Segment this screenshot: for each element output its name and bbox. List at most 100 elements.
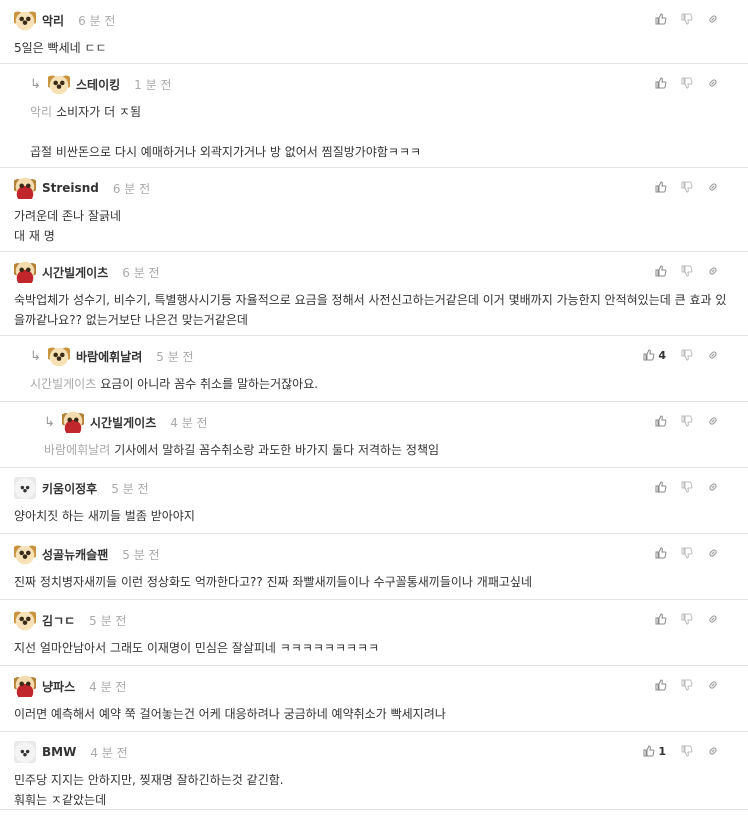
thumbs-down-icon (681, 415, 693, 427)
comment-text: 기사에서 말하길 꼼수취소랑 과도한 바가지 둘다 저격하는 정책임 (114, 443, 440, 457)
avatar[interactable] (14, 261, 36, 283)
comment-author[interactable]: 김ㄱㄷ (42, 612, 75, 629)
comment-text: 5일은 빡세네 ㄷㄷ (14, 41, 107, 55)
comment-body: 시간빌게이츠 요금이 아니라 꼼수 취소를 말하는거잖아요. (30, 374, 728, 394)
comment-item: 김ㄱㄷ 5 분 전 지선 얼마안남아서 그래도 이재명이 민심은 잘살피네 ㅋㅋㅋㅋ… (0, 600, 748, 666)
reply-mention[interactable]: 바람에휘날려 (44, 443, 110, 457)
avatar[interactable] (14, 9, 36, 31)
comment-body: 숙박업체가 성수기, 비수기, 특별행사시기등 자율적으로 요금을 정해서 사전… (14, 290, 728, 330)
like-button[interactable] (648, 479, 674, 495)
share-link-button[interactable] (700, 11, 726, 27)
thumbs-up-icon (655, 265, 667, 277)
avatar[interactable] (14, 741, 36, 763)
dislike-button[interactable] (674, 75, 700, 91)
thumbs-up-icon (643, 349, 655, 361)
comment-author[interactable]: 성골뉴캐슬팬 (42, 546, 108, 563)
thumbs-up-icon (655, 77, 667, 89)
reply-arrow-icon: ↳ (30, 76, 41, 92)
dislike-button[interactable] (674, 677, 700, 693)
comment-author[interactable]: 키움이정후 (42, 480, 97, 497)
like-button[interactable] (648, 75, 674, 91)
dislike-button[interactable] (674, 179, 700, 195)
comment-author[interactable]: 냥파스 (42, 678, 75, 695)
like-button[interactable] (648, 413, 674, 429)
share-link-button[interactable] (700, 545, 726, 561)
avatar[interactable] (62, 411, 84, 433)
dislike-button[interactable] (674, 479, 700, 495)
comment-author[interactable]: 바람에휘날려 (76, 348, 142, 365)
thumbs-down-icon (681, 265, 693, 277)
comment-time: 5 분 전 (156, 349, 194, 364)
thumbs-up-icon (643, 745, 655, 757)
like-button[interactable] (648, 677, 674, 693)
comment-body: 진짜 정치병자새끼들 이런 정상화도 억까한다고?? 진짜 좌빨새끼들이나 수구… (14, 572, 728, 592)
avatar[interactable] (14, 675, 36, 697)
comment-body: 악리 소비자가 더 ㅈ됨 곱절 비싼돈으로 다시 예매하거나 외곽지가거나 방 없… (30, 102, 728, 162)
thumbs-down-icon (681, 77, 693, 89)
like-button[interactable] (648, 179, 674, 195)
like-button[interactable] (648, 611, 674, 627)
reply-mention[interactable]: 시간빌게이츠 (30, 377, 96, 391)
dislike-button[interactable] (674, 347, 700, 363)
like-button[interactable] (648, 11, 674, 27)
like-button[interactable]: 1 (643, 743, 666, 759)
comment-item: ↳ 시간빌게이츠 4 분 전 바람에휘날려 기사에서 말하길 꼼수취소랑 과도한 바가지… (0, 402, 748, 468)
comment-author[interactable]: BMW (42, 745, 76, 759)
avatar[interactable] (48, 345, 70, 367)
comment-author[interactable]: 시간빌게이츠 (90, 414, 156, 431)
avatar[interactable] (14, 543, 36, 565)
link-icon (707, 481, 719, 493)
comment-body: 민주당 지지는 안하지만, 찢재명 잘하긴하는것 같긴함. 훠훠는 ㅈ같았는데 (14, 770, 728, 810)
avatar[interactable] (48, 73, 70, 95)
share-link-button[interactable] (700, 347, 726, 363)
comment-body: 이러면 예측해서 예약 쭉 걸어놓는건 어케 대응하려나 궁금하네 예약취소가 … (14, 704, 728, 724)
comment-time: 5 분 전 (111, 481, 149, 496)
thumbs-down-icon (681, 613, 693, 625)
comment-item: Streisnd 6 분 전 가려운데 존나 잘긁네 대 재 명 (0, 168, 748, 252)
dislike-button[interactable] (674, 263, 700, 279)
link-icon (707, 265, 719, 277)
comment-author[interactable]: Streisnd (42, 181, 99, 195)
comment-item: 키움이정후 5 분 전 양아치짓 하는 새끼들 벌좀 받아야지 (0, 468, 748, 534)
share-link-button[interactable] (700, 179, 726, 195)
comment-author[interactable]: 악리 (42, 12, 64, 29)
comment-author[interactable]: 스테이킹 (76, 76, 120, 93)
like-count: 1 (658, 744, 666, 758)
thumbs-down-icon (681, 745, 693, 757)
avatar[interactable] (14, 609, 36, 631)
avatar[interactable] (14, 477, 36, 499)
thumbs-up-icon (655, 679, 667, 691)
like-button[interactable] (648, 545, 674, 561)
avatar[interactable] (14, 177, 36, 199)
dislike-button[interactable] (674, 11, 700, 27)
like-button[interactable]: 4 (643, 347, 666, 363)
comment-text: 지선 얼마안남아서 그래도 이재명이 민심은 잘살피네 ㅋㅋㅋㅋㅋㅋㅋㅋㅋ (14, 641, 380, 655)
comment-body: 바람에휘날려 기사에서 말하길 꼼수취소랑 과도한 바가지 둘다 저격하는 정책임 (44, 440, 728, 460)
share-link-button[interactable] (700, 75, 726, 91)
share-link-button[interactable] (700, 263, 726, 279)
reply-mention[interactable]: 악리 (30, 105, 52, 119)
comment-item: ↳ 스테이킹 1 분 전 악리 소비자가 더 ㅈ됨 곱절 비싼돈으로 다시 예매하거나 … (0, 64, 748, 168)
link-icon (707, 181, 719, 193)
dislike-button[interactable] (674, 611, 700, 627)
comment-time: 6 분 전 (122, 265, 160, 280)
share-link-button[interactable] (700, 677, 726, 693)
comment-time: 5 분 전 (122, 547, 160, 562)
thumbs-down-icon (681, 481, 693, 493)
dislike-button[interactable] (674, 545, 700, 561)
share-link-button[interactable] (700, 743, 726, 759)
dislike-button[interactable] (674, 743, 700, 759)
comment-body: 5일은 빡세네 ㄷㄷ (14, 38, 728, 58)
comment-time: 6 분 전 (78, 13, 116, 28)
like-count: 4 (658, 348, 666, 362)
share-link-button[interactable] (700, 479, 726, 495)
dislike-button[interactable] (674, 413, 700, 429)
comment-body: 지선 얼마안남아서 그래도 이재명이 민심은 잘살피네 ㅋㅋㅋㅋㅋㅋㅋㅋㅋ (14, 638, 728, 658)
link-icon (707, 613, 719, 625)
share-link-button[interactable] (700, 413, 726, 429)
link-icon (707, 547, 719, 559)
comment-author[interactable]: 시간빌게이츠 (42, 264, 108, 281)
share-link-button[interactable] (700, 611, 726, 627)
like-button[interactable] (648, 263, 674, 279)
comment-text: 민주당 지지는 안하지만, 찢재명 잘하긴하는것 같긴함. 훠훠는 ㅈ같았는데 (14, 773, 284, 807)
